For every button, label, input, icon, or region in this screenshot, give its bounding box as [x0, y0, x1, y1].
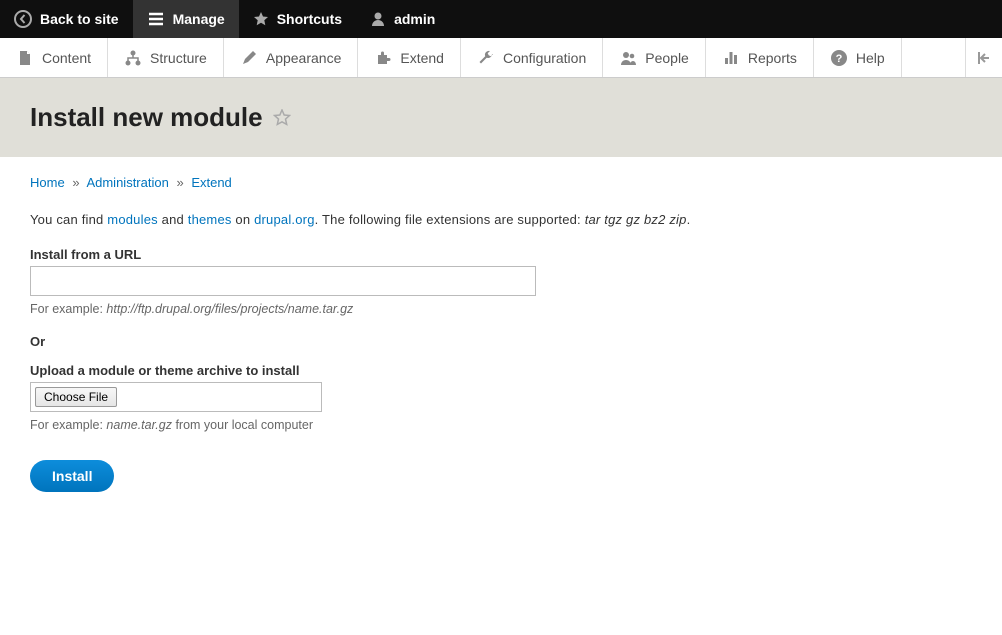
page-title: Install new module — [30, 102, 263, 133]
hamburger-icon — [147, 10, 165, 28]
svg-text:?: ? — [836, 53, 843, 65]
user-label: admin — [394, 11, 435, 27]
form-item-upload: Upload a module or theme archive to inst… — [30, 363, 972, 432]
paintbrush-icon — [240, 49, 258, 67]
tab-appearance-label: Appearance — [266, 50, 342, 66]
help-icon: ? — [830, 49, 848, 67]
drupal-org-link[interactable]: drupal.org — [254, 212, 315, 227]
upload-help: For example: name.tar.gz from your local… — [30, 418, 972, 432]
tab-people-label: People — [645, 50, 689, 66]
intro-mid2: on — [232, 212, 254, 227]
tab-help[interactable]: ? Help — [814, 38, 902, 77]
toolbar-collapse-button[interactable] — [966, 38, 1002, 77]
content-region: Home » Administration » Extend You can f… — [0, 157, 1002, 522]
tab-appearance[interactable]: Appearance — [224, 38, 359, 77]
bar-chart-icon — [722, 49, 740, 67]
intro-suffix: . The following file extensions are supp… — [315, 212, 585, 227]
hierarchy-icon — [124, 49, 142, 67]
manage-label: Manage — [173, 11, 225, 27]
modules-link[interactable]: modules — [107, 212, 158, 227]
url-help-example: http://ftp.drupal.org/files/projects/nam… — [106, 302, 353, 316]
tab-configuration[interactable]: Configuration — [461, 38, 603, 77]
tab-content[interactable]: Content — [0, 38, 108, 77]
shortcuts-label: Shortcuts — [277, 11, 342, 27]
intro-prefix: You can find — [30, 212, 107, 227]
manage-button[interactable]: Manage — [133, 0, 239, 38]
upload-label: Upload a module or theme archive to inst… — [30, 363, 972, 378]
title-region: Install new module — [0, 78, 1002, 157]
tab-content-label: Content — [42, 50, 91, 66]
tab-structure[interactable]: Structure — [108, 38, 224, 77]
breadcrumb-administration[interactable]: Administration — [86, 175, 168, 190]
collapse-arrow-icon — [975, 49, 993, 67]
page-title-heading: Install new module — [30, 102, 972, 133]
intro-text: You can find modules and themes on drupa… — [30, 212, 972, 227]
breadcrumb-home[interactable]: Home — [30, 175, 65, 190]
breadcrumb-sep: » — [72, 175, 79, 190]
themes-link[interactable]: themes — [188, 212, 232, 227]
puzzle-icon — [374, 49, 392, 67]
admin-menu-spacer — [902, 38, 966, 77]
wrench-icon — [477, 49, 495, 67]
tab-help-label: Help — [856, 50, 885, 66]
upload-help-suffix: from your local computer — [172, 418, 313, 432]
chevron-left-circle-icon — [14, 10, 32, 28]
install-button[interactable]: Install — [30, 460, 114, 492]
upload-help-prefix: For example: — [30, 418, 106, 432]
tab-reports-label: Reports — [748, 50, 797, 66]
breadcrumb-sep: » — [176, 175, 183, 190]
user-button[interactable]: admin — [356, 0, 449, 38]
file-input-wrapper[interactable]: Choose File — [30, 382, 322, 412]
user-icon — [370, 11, 386, 27]
tab-reports[interactable]: Reports — [706, 38, 814, 77]
tab-structure-label: Structure — [150, 50, 207, 66]
shortcuts-button[interactable]: Shortcuts — [239, 0, 356, 38]
url-help-prefix: For example: — [30, 302, 106, 316]
intro-extensions: tar tgz gz bz2 zip — [585, 212, 687, 227]
breadcrumb-extend[interactable]: Extend — [191, 175, 231, 190]
people-icon — [619, 49, 637, 67]
tab-configuration-label: Configuration — [503, 50, 586, 66]
url-input[interactable] — [30, 266, 536, 296]
upload-help-example: name.tar.gz — [106, 418, 172, 432]
intro-mid1: and — [158, 212, 188, 227]
back-to-site-button[interactable]: Back to site — [0, 0, 133, 38]
tab-people[interactable]: People — [603, 38, 706, 77]
star-icon — [253, 11, 269, 27]
shortcut-star-icon[interactable] — [273, 109, 291, 127]
breadcrumb: Home » Administration » Extend — [30, 175, 972, 190]
document-icon — [16, 49, 34, 67]
back-to-site-label: Back to site — [40, 11, 119, 27]
form-item-url: Install from a URL For example: http://f… — [30, 247, 972, 316]
url-label: Install from a URL — [30, 247, 972, 262]
tab-extend-label: Extend — [400, 50, 444, 66]
or-separator: Or — [30, 334, 972, 349]
choose-file-button[interactable]: Choose File — [35, 387, 117, 407]
toolbar-top: Back to site Manage Shortcuts admin — [0, 0, 1002, 38]
url-help: For example: http://ftp.drupal.org/files… — [30, 302, 972, 316]
intro-period: . — [687, 212, 691, 227]
admin-menu: Content Structure Appearance Extend Conf… — [0, 38, 1002, 78]
tab-extend[interactable]: Extend — [358, 38, 461, 77]
